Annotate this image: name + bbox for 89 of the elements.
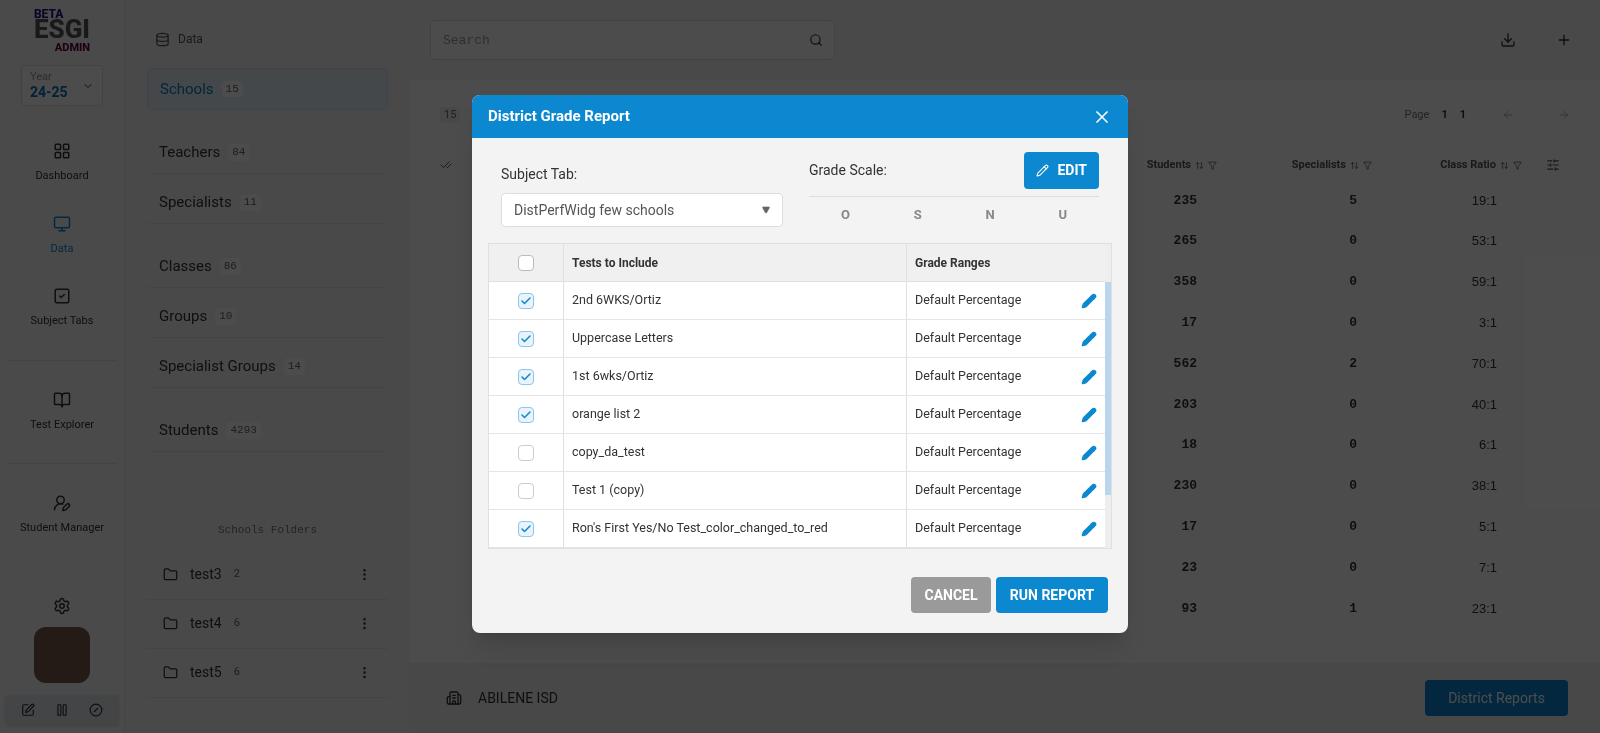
table-cell-text: 265 [1172, 232, 1197, 251]
test-checkbox[interactable] [518, 406, 534, 423]
table-cell-text: 23:1 [1470, 599, 1497, 618]
grade-letter: O [840, 206, 850, 224]
table-cell-text: 40:1 [1470, 395, 1497, 414]
table-cell-text: 3:1 [1477, 314, 1497, 333]
table-cell-text: 70:1 [1470, 354, 1497, 373]
edit-icon[interactable] [1081, 368, 1097, 385]
table-cell-text: 18 [1180, 436, 1197, 455]
dialog-title: District Grade Report [488, 106, 630, 128]
grade-letter: S [913, 206, 922, 224]
grade-range: Default Percentage [914, 405, 1023, 424]
column-header: Tests to Include [564, 244, 907, 281]
test-checkbox[interactable] [518, 444, 534, 461]
grade-scale-label: Grade Scale: [809, 161, 887, 180]
checkmark-icon [520, 294, 532, 307]
column-header: Grade Ranges [914, 254, 992, 272]
checkmark-icon [520, 370, 532, 383]
test-checkbox[interactable] [518, 368, 534, 385]
table-cell-text: 17 [1180, 314, 1197, 333]
logo-admin: ADMIN [54, 42, 91, 53]
table-cell-text: 358 [1172, 273, 1197, 292]
table-cell-text: 0 [1348, 477, 1357, 496]
table-cell-text: 7:1 [1477, 558, 1497, 577]
edit-icon[interactable] [1081, 444, 1097, 461]
cancel-button[interactable]: CANCEL [911, 577, 991, 613]
table-cell-text: 1 [1348, 599, 1357, 618]
test-name: orange list 2 [564, 396, 907, 433]
table-cell-text: 17 [1180, 518, 1197, 536]
table-cell-text: 230 [1172, 477, 1197, 496]
edit-icon[interactable] [1081, 292, 1097, 309]
select-all-checkbox[interactable] [518, 254, 534, 271]
table-cell-text: 38:1 [1470, 477, 1497, 496]
dropdown-icon [762, 206, 770, 214]
pencil-icon [1036, 164, 1050, 177]
folder-name: test5 [190, 663, 222, 682]
edit-button[interactable]: EDIT [1024, 152, 1099, 189]
grade-range: Default Percentage [914, 329, 1023, 348]
test-checkbox[interactable] [518, 330, 534, 347]
test-name: Ron's First Yes/No Test_color_changed_to_red [564, 510, 907, 547]
test-checkbox[interactable] [518, 520, 534, 537]
table-cell-text: 0 [1348, 558, 1357, 577]
edit-icon[interactable] [1081, 482, 1097, 499]
table-cell-text: 2 [1348, 354, 1357, 373]
table-cell-text: 5 [1348, 191, 1357, 210]
table-cell-text: 59:1 [1470, 273, 1497, 292]
edit-icon[interactable] [1081, 406, 1097, 423]
page-current: 1 [1441, 106, 1448, 123]
checkmark-icon [520, 522, 532, 535]
table-cell-text: 203 [1172, 395, 1197, 414]
edit-icon[interactable] [1081, 330, 1097, 347]
table-cell-text: 93 [1180, 599, 1197, 618]
grade-range: Default Percentage [914, 443, 1023, 462]
checkmark-icon [520, 332, 532, 345]
page-total: 1 [1459, 106, 1466, 123]
test-name: 2nd 6WKS/Ortiz [564, 282, 907, 319]
subject-select[interactable]: DistPerfWidg few schools [501, 193, 783, 227]
test-name: 1st 6wks/Ortiz [564, 358, 907, 395]
table-cell-text: 6:1 [1477, 436, 1497, 455]
table-cell-text: 562 [1172, 354, 1197, 373]
test-name: copy_da_test [564, 434, 907, 471]
grade-letter: U [1058, 206, 1068, 224]
checkmark-icon [520, 408, 532, 421]
table-cell-text: 0 [1348, 273, 1357, 292]
table-cell-text: 19:1 [1470, 191, 1497, 210]
table-cell-text: 0 [1348, 518, 1357, 536]
table-cell-text: 5:1 [1477, 518, 1497, 536]
table-cell-text: 0 [1348, 314, 1357, 333]
district-name: ABILENE ISD [478, 688, 558, 708]
table-cell-text: 53:1 [1470, 232, 1497, 251]
table-cell-text: 0 [1348, 395, 1357, 414]
table-cell-text: 0 [1348, 436, 1357, 455]
run-report-button[interactable]: RUN REPORT [996, 577, 1108, 613]
test-checkbox[interactable] [518, 292, 534, 309]
table-cell-text: 0 [1348, 232, 1357, 251]
edit-icon[interactable] [1081, 520, 1097, 537]
grade-range: Default Percentage [914, 481, 1023, 500]
folder-name: test4 [190, 614, 222, 633]
folder-name: test3 [190, 565, 222, 584]
grade-range: Default Percentage [914, 291, 1023, 310]
test-name: Uppercase Letters [564, 320, 907, 357]
grade-range: Default Percentage [914, 367, 1023, 386]
table-cell-text: 235 [1172, 191, 1197, 210]
grade-range: Default Percentage [914, 519, 1023, 538]
subject-label: Subject Tab: [501, 165, 579, 184]
table-cell-text: 23 [1180, 558, 1197, 577]
test-checkbox[interactable] [518, 482, 534, 499]
grade-letter: N [985, 206, 995, 224]
test-name: Test 1 (copy) [564, 472, 907, 509]
